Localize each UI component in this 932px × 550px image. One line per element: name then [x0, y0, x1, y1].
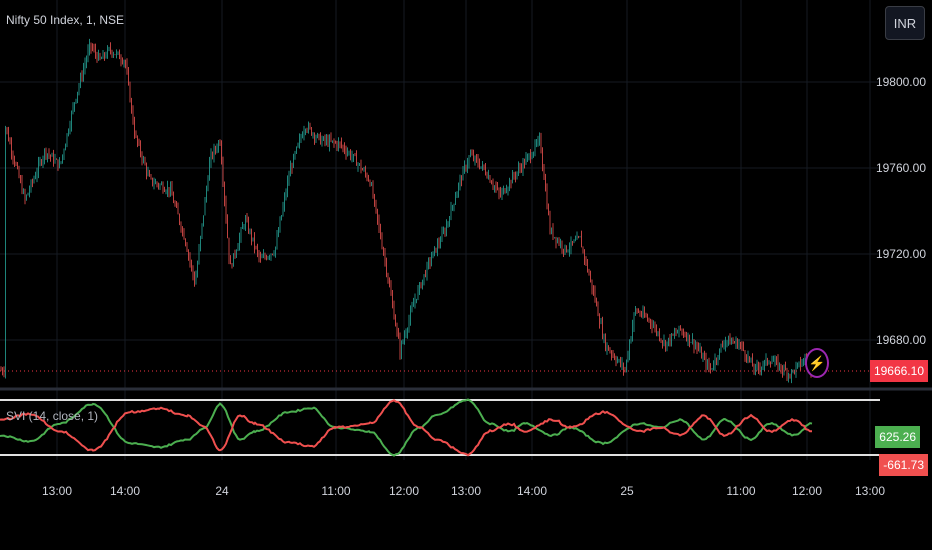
time-tick-label: 24 — [215, 484, 229, 498]
time-tick-label: 11:00 — [321, 484, 351, 498]
time-tick-label: 14:00 — [109, 484, 141, 498]
svi-red-line — [0, 399, 813, 457]
time-tick-label: 12:00 — [388, 484, 420, 498]
price-tick-label: 19800.00 — [875, 75, 926, 89]
chart-canvas[interactable] — [0, 0, 932, 550]
time-tick-label: 12:00 — [791, 484, 823, 498]
svi-red-value-badge: -661.73 — [879, 454, 928, 476]
currency-button[interactable]: INR — [885, 6, 925, 40]
last-price-badge: 19666.10 — [869, 360, 928, 382]
time-tick-label: 14:00 — [516, 484, 548, 498]
symbol-title[interactable]: Nifty 50 Index, 1, NSE — [6, 13, 124, 27]
indicator-title[interactable]: SVI (14, close, 1) — [6, 409, 98, 423]
lightning-alert-icon[interactable]: ⚡ — [805, 348, 829, 378]
time-tick-label: 11:00 — [726, 484, 756, 498]
time-tick-label: 13:00 — [450, 484, 482, 498]
time-tick-label: 25 — [620, 484, 634, 498]
price-tick-label: 19680.00 — [875, 333, 926, 347]
time-tick-label: 13:00 — [41, 484, 73, 498]
price-tick-label: 19720.00 — [875, 247, 926, 261]
svi-green-value-badge: 625.26 — [875, 426, 920, 448]
time-tick-label: 13:00 — [854, 484, 886, 498]
price-tick-label: 19760.00 — [875, 161, 926, 175]
candlestick-series — [0, 38, 812, 384]
grid — [0, 0, 880, 460]
